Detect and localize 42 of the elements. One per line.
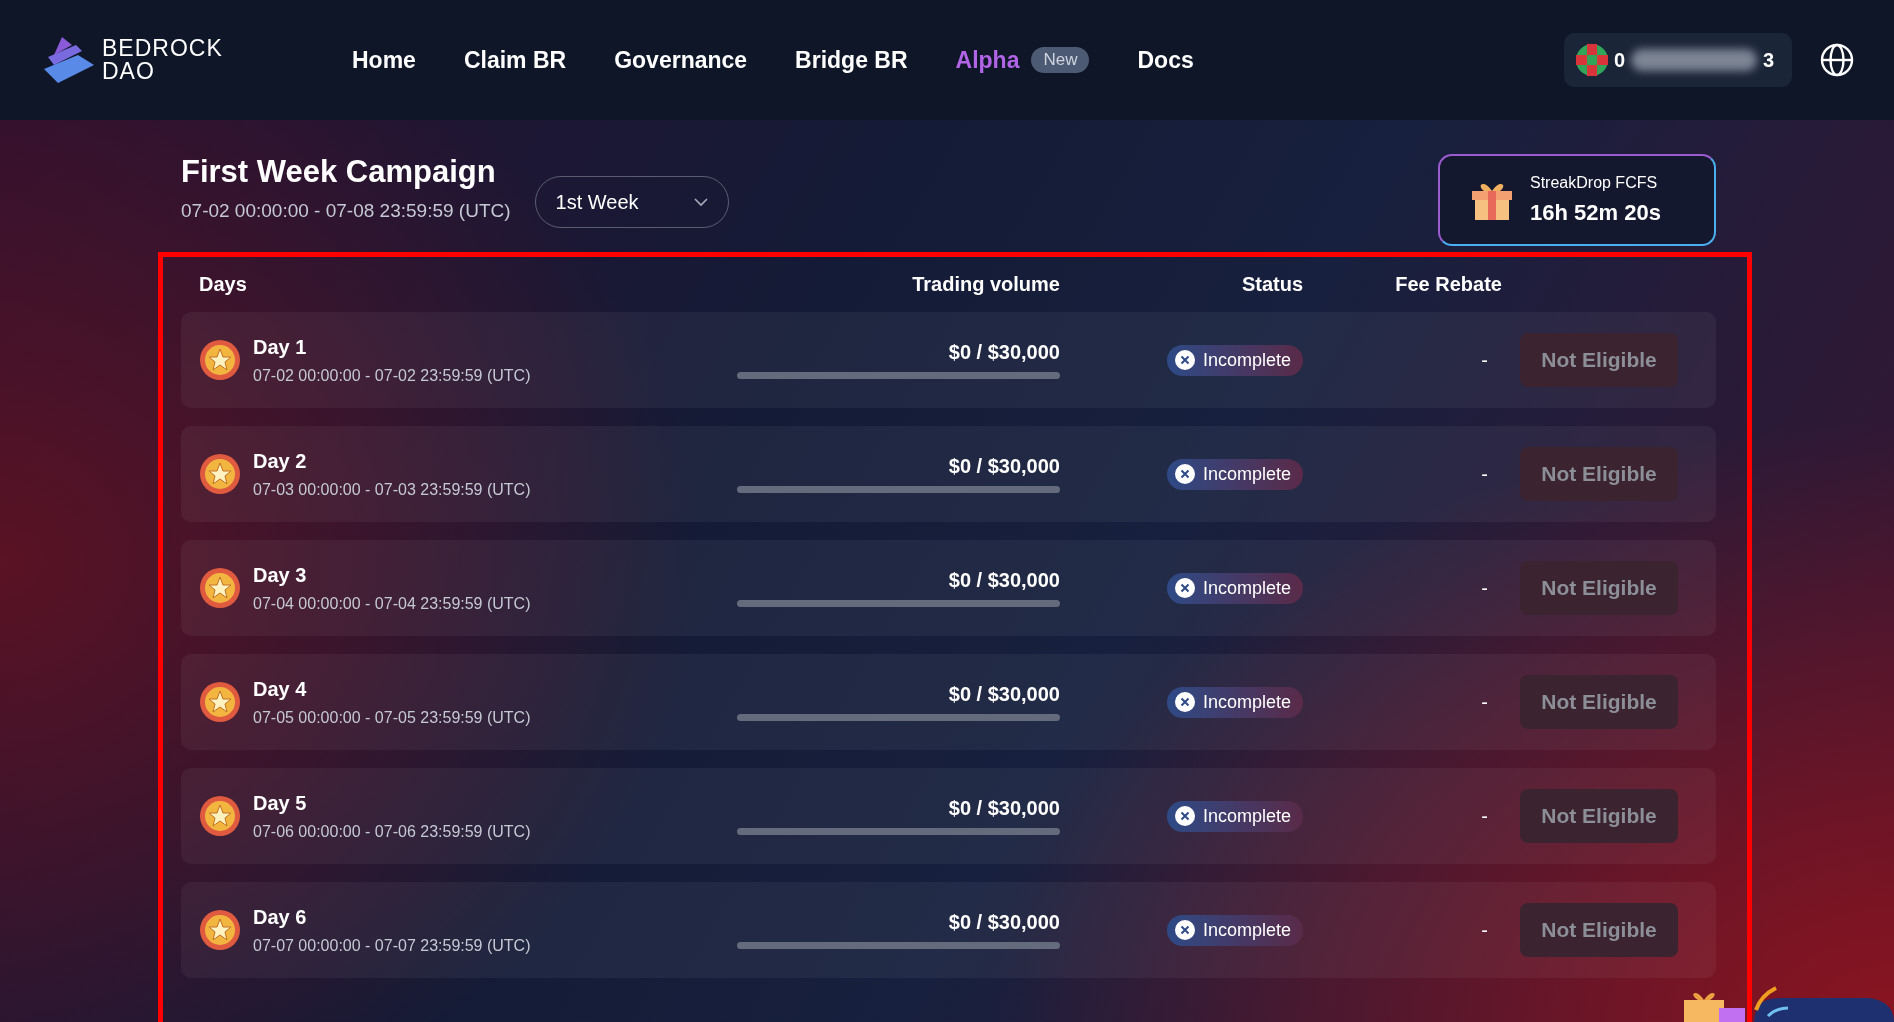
- volume-text: $0 / $30,000: [948, 683, 1060, 706]
- day-range: 07-07 00:00:00 - 07-07 23:59:59 (UTC): [253, 936, 531, 955]
- day-range: 07-03 00:00:00 - 07-03 23:59:59 (UTC): [253, 480, 531, 499]
- fee-rebate-value: -: [1481, 462, 1489, 486]
- fee-rebate-value: -: [1481, 804, 1489, 828]
- status-badge: Incomplete: [1166, 914, 1303, 946]
- fee-rebate-value: -: [1481, 918, 1489, 942]
- fee-rebate-value: -: [1481, 576, 1489, 600]
- volume-text: $0 / $30,000: [948, 797, 1060, 820]
- status-badge: Incomplete: [1166, 800, 1303, 832]
- campaign-title: First Week Campaign: [181, 154, 497, 190]
- status-badge: Incomplete: [1166, 572, 1303, 604]
- volume-text: $0 / $30,000: [948, 341, 1060, 364]
- new-badge: New: [1031, 47, 1090, 73]
- volume-text: $0 / $30,000: [948, 911, 1060, 934]
- status-badge: Incomplete: [1166, 344, 1303, 376]
- column-header: Status: [1241, 273, 1303, 296]
- address-text: 3: [1762, 48, 1774, 72]
- day-range: 07-04 00:00:00 - 07-04 23:59:59 (UTC): [253, 594, 531, 613]
- campaign-range: 07-02 00:00:00 - 07-08 23:59:59 (UTC): [181, 200, 511, 222]
- day-range: 07-05 00:00:00 - 07-05 23:59:59 (UTC): [253, 708, 531, 727]
- status-badge: Incomplete: [1166, 458, 1303, 490]
- day-label: Day 5: [253, 791, 308, 815]
- status-badge: Incomplete: [1166, 686, 1303, 718]
- volume-text: $0 / $30,000: [948, 455, 1060, 478]
- day-label: Day 6: [253, 905, 308, 929]
- day-label: Day 4: [253, 677, 308, 701]
- column-header: Fee Rebate: [1395, 273, 1502, 296]
- volume-text: $0 / $30,000: [948, 569, 1060, 592]
- fee-rebate-value: -: [1481, 690, 1489, 714]
- streak-title: StreakDrop FCFS: [1530, 174, 1659, 192]
- day-range: 07-02 00:00:00 - 07-02 23:59:59 (UTC): [253, 366, 531, 385]
- countdown-text: 16h 52m 20s: [1530, 200, 1661, 226]
- day-label: Day 2: [253, 449, 308, 473]
- logo-text: BEDROCK DAO: [102, 37, 223, 83]
- day-range: 07-06 00:00:00 - 07-06 23:59:59 (UTC): [253, 822, 531, 841]
- address-text: 0: [1614, 48, 1626, 72]
- column-header: Days: [199, 273, 248, 296]
- day-label: Day 3: [253, 563, 308, 587]
- day-label: Day 1: [253, 335, 308, 359]
- column-header: Trading volume: [912, 273, 1060, 296]
- fee-rebate-value: -: [1481, 348, 1489, 372]
